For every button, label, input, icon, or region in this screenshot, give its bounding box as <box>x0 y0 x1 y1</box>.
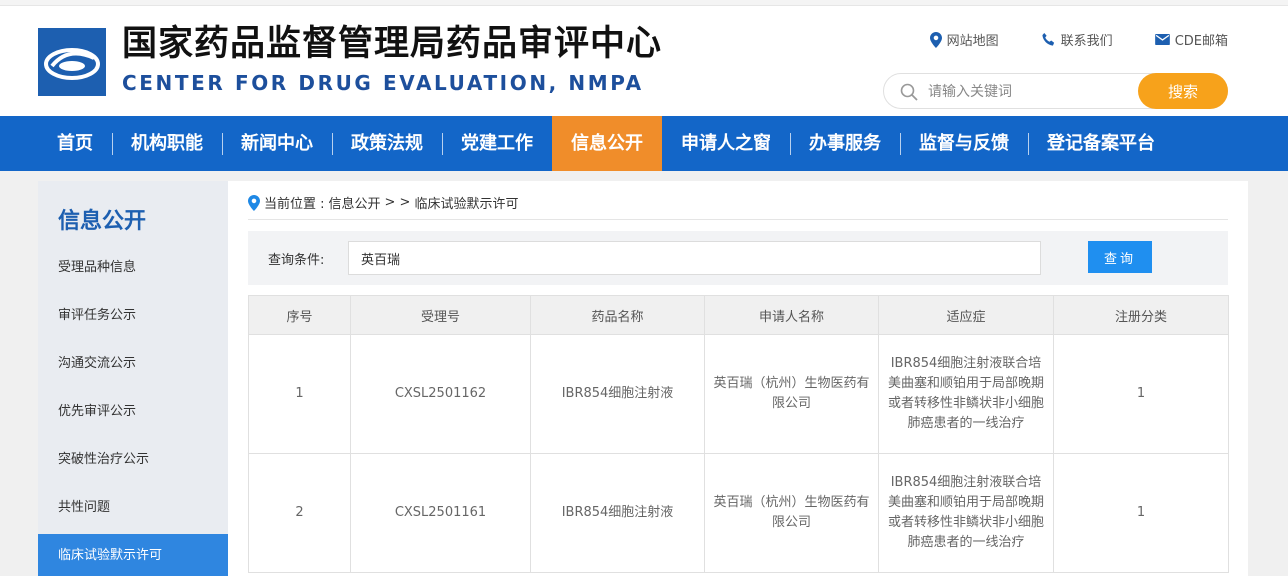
main-nav: 首页 机构职能 新闻中心 政策法规 党建工作 信息公开 申请人之窗 办事服务 监… <box>0 116 1288 171</box>
nav-party[interactable]: 党建工作 <box>442 116 552 171</box>
breadcrumb-prefix: 当前位置 : <box>264 197 325 212</box>
search-icon <box>900 83 918 101</box>
query-panel: 查询条件: 查询 <box>248 231 1228 285</box>
cell-indication: IBR854细胞注射液联合培美曲塞和顺铂用于局部晚期或者转移性非鳞状非小细胞肺癌… <box>878 334 1054 454</box>
header-reg-class: 注册分类 <box>1053 295 1229 335</box>
table-row[interactable]: 1 CXSL2501162 IBR854细胞注射液 英百瑞（杭州）生物医药有限公… <box>248 334 1229 454</box>
nav-feedback[interactable]: 监督与反馈 <box>900 116 1028 171</box>
mail-icon <box>1154 34 1170 45</box>
cell-reg-class: 1 <box>1053 453 1229 573</box>
nav-services[interactable]: 办事服务 <box>790 116 900 171</box>
nav-applicant[interactable]: 申请人之窗 <box>662 116 790 171</box>
nav-home[interactable]: 首页 <box>38 116 112 171</box>
header-drug-name: 药品名称 <box>530 295 705 335</box>
nav-registration[interactable]: 登记备案平台 <box>1028 116 1174 171</box>
header-acceptance-no: 受理号 <box>350 295 531 335</box>
cell-drug-name: IBR854细胞注射液 <box>530 453 705 573</box>
cell-serial: 1 <box>248 334 351 454</box>
breadcrumb-separator: > > <box>384 195 411 210</box>
nav-policy[interactable]: 政策法规 <box>332 116 442 171</box>
site-search-button[interactable]: 搜索 <box>1138 73 1228 109</box>
query-input[interactable] <box>348 241 1041 275</box>
header-applicant: 申请人名称 <box>704 295 879 335</box>
sidebar-item-priority[interactable]: 优先审评公示 <box>38 390 228 434</box>
phone-icon <box>1042 32 1054 46</box>
cell-acceptance-no: CXSL2501161 <box>350 453 531 573</box>
breadcrumb-section[interactable]: 信息公开 <box>329 193 381 212</box>
nav-news[interactable]: 新闻中心 <box>222 116 332 171</box>
map-pin-icon <box>929 31 942 48</box>
cell-acceptance-no: CXSL2501162 <box>350 334 531 454</box>
contact-link[interactable]: 联系我们 <box>1041 30 1113 49</box>
header-serial: 序号 <box>248 295 351 335</box>
breadcrumb: 当前位置 : 信息公开 > > 临床试验默示许可 <box>248 193 518 212</box>
cde-logo[interactable] <box>38 28 106 96</box>
cell-indication: IBR854细胞注射液联合培美曲塞和顺铂用于局部晚期或者转移性非鳞状非小细胞肺癌… <box>878 453 1054 573</box>
sidebar-item-review-tasks[interactable]: 审评任务公示 <box>38 294 228 338</box>
location-icon <box>248 194 260 211</box>
email-link[interactable]: CDE邮箱 <box>1154 30 1228 49</box>
sidebar-item-breakthrough[interactable]: 突破性治疗公示 <box>38 438 228 482</box>
cell-drug-name: IBR854细胞注射液 <box>530 334 705 454</box>
site-title-en: CENTER FOR DRUG EVALUATION, NMPA <box>122 71 644 95</box>
sitemap-label: 网站地图 <box>946 34 999 49</box>
nav-info-public[interactable]: 信息公开 <box>552 116 662 171</box>
breadcrumb-page: 临床试验默示许可 <box>414 197 519 212</box>
sidebar-item-accepted[interactable]: 受理品种信息 <box>38 246 228 290</box>
query-label: 查询条件: <box>268 253 325 268</box>
email-label: CDE邮箱 <box>1174 34 1228 49</box>
site-search: 搜索 <box>883 73 1228 109</box>
main-content: 当前位置 : 信息公开 > > 临床试验默示许可 查询条件: 查询 序号 受理号… <box>228 181 1248 576</box>
breadcrumb-divider <box>248 219 1228 220</box>
results-table: 序号 受理号 药品名称 申请人名称 适应症 注册分类 1 CXSL2501162… <box>248 295 1229 573</box>
cell-applicant: 英百瑞（杭州）生物医药有限公司 <box>704 334 879 454</box>
sidebar-item-communication[interactable]: 沟通交流公示 <box>38 342 228 386</box>
nav-functions[interactable]: 机构职能 <box>112 116 222 171</box>
top-links: 网站地图 联系我们 CDE邮箱 <box>929 30 1228 49</box>
table-row[interactable]: 2 CXSL2501161 IBR854细胞注射液 英百瑞（杭州）生物医药有限公… <box>248 453 1229 573</box>
cell-serial: 2 <box>248 453 351 573</box>
cell-applicant: 英百瑞（杭州）生物医药有限公司 <box>704 453 879 573</box>
table-header-row: 序号 受理号 药品名称 申请人名称 适应症 注册分类 <box>248 295 1229 335</box>
site-header: 国家药品监督管理局药品审评中心 CENTER FOR DRUG EVALUATI… <box>0 6 1288 116</box>
contact-label: 联系我们 <box>1060 34 1113 49</box>
query-button[interactable]: 查询 <box>1088 241 1152 273</box>
header-indication: 适应症 <box>878 295 1054 335</box>
sitemap-link[interactable]: 网站地图 <box>929 30 999 49</box>
sidebar-item-common-issues[interactable]: 共性问题 <box>38 486 228 530</box>
cell-reg-class: 1 <box>1053 334 1229 454</box>
sidebar: 信息公开 受理品种信息 审评任务公示 沟通交流公示 优先审评公示 突破性治疗公示… <box>38 181 228 576</box>
sidebar-item-clinical-trial[interactable]: 临床试验默示许可 <box>38 534 228 576</box>
sidebar-title: 信息公开 <box>58 209 147 234</box>
site-search-input[interactable] <box>928 80 1128 104</box>
site-title-cn: 国家药品监督管理局药品审评中心 <box>122 24 663 64</box>
